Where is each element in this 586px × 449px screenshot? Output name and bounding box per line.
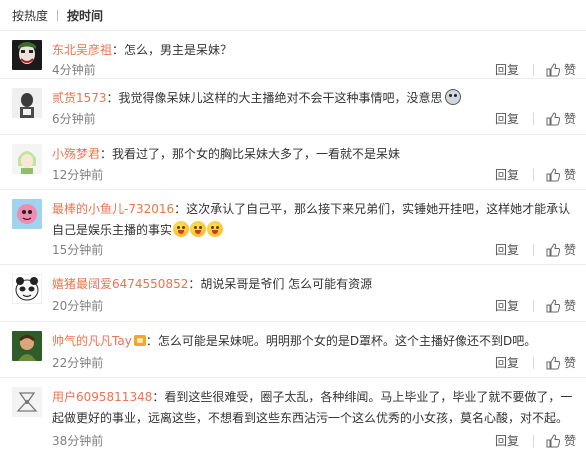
thumbs-up-icon bbox=[546, 433, 560, 447]
reply-button[interactable]: 回复 bbox=[495, 63, 534, 76]
grin-emoji-icon bbox=[444, 89, 461, 105]
grin-emoji-icon bbox=[190, 221, 207, 237]
grin-emoji-icon bbox=[207, 221, 224, 237]
comment-text: 嬉猪最阔爱6474550852：胡说呆哥是爷们 怎么可能有资源 bbox=[52, 277, 373, 291]
reply-button[interactable]: 回复 bbox=[495, 243, 534, 256]
avatar[interactable] bbox=[12, 88, 42, 118]
like-label: 赞 bbox=[563, 63, 576, 77]
comment-item: 帅气的凡凡Tay ：怎么可能是呆妹呢。明明那个女的是D罩杯。这个主播好像还不到D吧… bbox=[0, 322, 586, 378]
avatar[interactable] bbox=[12, 199, 42, 229]
comment-text: 帅气的凡凡Tay ：怎么可能是呆妹呢。明明那个女的是D罩杯。这个主播好像还不到D吧… bbox=[52, 334, 537, 348]
reply-button[interactable]: 回复 bbox=[495, 299, 534, 312]
comment-actions: 回复 赞 bbox=[495, 61, 576, 78]
sort-bar: 按热度 按时间 bbox=[0, 0, 586, 31]
comment-actions: 回复 赞 bbox=[495, 166, 576, 183]
comment-actions: 回复 赞 bbox=[495, 110, 576, 127]
comment-item: 用户6095811348：看到这些很难受，圈子太乱，各种绯闻。马上毕业了，毕业了… bbox=[0, 378, 586, 449]
thumbs-up-icon bbox=[546, 62, 560, 76]
sort-by-hot-tab[interactable]: 按热度 bbox=[12, 7, 48, 24]
sort-by-time-tab[interactable]: 按时间 bbox=[67, 7, 103, 24]
like-button[interactable]: 赞 bbox=[534, 166, 576, 183]
comment-item: 小殇梦君：我看过了，那个女的胸比呆妹大多了，一看就不是呆妹 12分钟前 回复 赞 bbox=[0, 135, 586, 190]
comment-time: 22分钟前 bbox=[52, 356, 104, 370]
comment-text: 用户6095811348：看到这些很难受，圈子太乱，各种绯闻。马上毕业了，毕业了… bbox=[52, 390, 573, 425]
avatar[interactable] bbox=[12, 40, 42, 70]
like-button[interactable]: 赞 bbox=[534, 354, 576, 371]
vip-badge-icon bbox=[133, 335, 146, 346]
comment-time: 38分钟前 bbox=[52, 434, 104, 448]
like-button[interactable]: 赞 bbox=[534, 241, 576, 258]
like-label: 赞 bbox=[563, 243, 576, 257]
reply-button[interactable]: 回复 bbox=[495, 112, 534, 125]
avatar[interactable] bbox=[12, 274, 42, 304]
comment-username[interactable]: 嬉猪最阔爱6474550852 bbox=[52, 277, 188, 291]
comment-time: 15分钟前 bbox=[52, 243, 104, 257]
comment-time: 12分钟前 bbox=[52, 168, 104, 182]
reply-button[interactable]: 回复 bbox=[495, 168, 534, 181]
like-button[interactable]: 赞 bbox=[534, 110, 576, 127]
comment-time: 20分钟前 bbox=[52, 299, 104, 313]
avatar[interactable] bbox=[12, 387, 42, 417]
comment-username[interactable]: 东北吴彦祖 bbox=[52, 43, 112, 57]
comment-username[interactable]: 帅气的凡凡Tay bbox=[52, 334, 132, 348]
comment-item: 嬉猪最阔爱6474550852：胡说呆哥是爷们 怎么可能有资源 20分钟前 回复… bbox=[0, 265, 586, 322]
comment-time: 6分钟前 bbox=[52, 112, 96, 126]
thumbs-up-icon bbox=[546, 242, 560, 256]
comment-username[interactable]: 最棒的小鱼儿-732016 bbox=[52, 202, 174, 216]
comment-text: 贰货1573：我觉得像呆妹儿这样的大主播绝对不会干这种事情吧，没意思 bbox=[52, 88, 574, 109]
comment-item: 贰货1573：我觉得像呆妹儿这样的大主播绝对不会干这种事情吧，没意思 6分钟前 … bbox=[0, 79, 586, 135]
comment-time: 4分钟前 bbox=[52, 63, 96, 77]
thumbs-up-icon bbox=[546, 167, 560, 181]
comment-actions: 回复 赞 bbox=[495, 241, 576, 258]
like-label: 赞 bbox=[563, 112, 576, 126]
comment-text: 最棒的小鱼儿-732016：这次承认了自己平，那么接下来兄弟们，实锤她开挂吧，这… bbox=[52, 202, 571, 237]
comment-actions: 回复 赞 bbox=[495, 297, 576, 314]
reply-button[interactable]: 回复 bbox=[495, 434, 534, 447]
reply-button[interactable]: 回复 bbox=[495, 356, 534, 369]
comment-text: 小殇梦君：我看过了，那个女的胸比呆妹大多了，一看就不是呆妹 bbox=[52, 147, 401, 161]
like-label: 赞 bbox=[563, 168, 576, 182]
like-label: 赞 bbox=[563, 299, 576, 313]
grin-emoji-icon bbox=[173, 221, 190, 237]
like-button[interactable]: 赞 bbox=[534, 297, 576, 314]
comment-username[interactable]: 用户6095811348 bbox=[52, 390, 152, 404]
sort-divider bbox=[57, 9, 59, 21]
like-button[interactable]: 赞 bbox=[534, 61, 576, 78]
thumbs-up-icon bbox=[546, 111, 560, 125]
like-label: 赞 bbox=[563, 356, 576, 370]
avatar[interactable] bbox=[12, 144, 42, 174]
thumbs-up-icon bbox=[546, 355, 560, 369]
thumbs-up-icon bbox=[546, 298, 560, 312]
like-button[interactable]: 赞 bbox=[534, 432, 576, 449]
comment-text: 东北吴彦祖：怎么，男主是呆妹？ bbox=[52, 43, 233, 57]
comment-username[interactable]: 小殇梦君 bbox=[52, 147, 100, 161]
comment-username[interactable]: 贰货1573 bbox=[52, 91, 107, 105]
comment-item: 最棒的小鱼儿-732016：这次承认了自己平，那么接下来兄弟们，实锤她开挂吧，这… bbox=[0, 190, 586, 265]
avatar[interactable] bbox=[12, 331, 42, 361]
like-label: 赞 bbox=[563, 434, 576, 448]
comment-actions: 回复 赞 bbox=[495, 354, 576, 371]
comment-item: 东北吴彦祖：怎么，男主是呆妹？ 4分钟前 回复 赞 bbox=[0, 31, 586, 79]
comment-actions: 回复 赞 bbox=[495, 432, 576, 449]
